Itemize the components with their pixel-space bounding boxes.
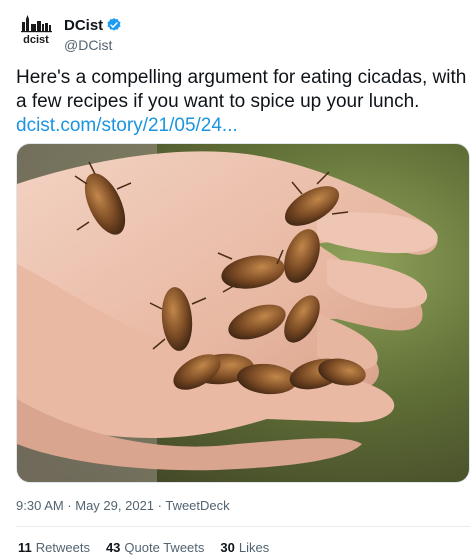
author-block: DCist @DCist — [64, 15, 122, 53]
quotes-count: 43 — [105, 540, 121, 555]
verified-badge-icon — [106, 17, 122, 33]
tweet-body: Here's a compelling argument for eating … — [16, 67, 467, 112]
retweets-label: Retweets — [35, 540, 90, 555]
engagement-stats: 11 Retweets 43 Quote Tweets 30 Likes — [18, 540, 269, 555]
tweet-timestamp[interactable]: 9:30 AM · May 29, 2021 · TweetDeck — [16, 498, 230, 513]
likes-count: 30 — [220, 540, 235, 555]
dcist-logo-icon[interactable]: dcist — [16, 12, 56, 52]
likes-stat[interactable]: 30 Likes — [220, 540, 269, 555]
retweets-stat[interactable]: 11 Retweets — [18, 540, 90, 555]
tweet-text: Here's a compelling argument for eating … — [16, 66, 468, 138]
handle[interactable]: @DCist — [64, 37, 122, 53]
divider — [16, 526, 470, 527]
logo-text: dcist — [23, 34, 49, 46]
tweet-link[interactable]: dcist.com/story/21/05/24... — [16, 114, 468, 138]
display-name[interactable]: DCist — [64, 17, 103, 34]
photo-hands-holding-cicadas[interactable] — [16, 143, 470, 483]
quotes-label: Quote Tweets — [124, 540, 205, 555]
quote-tweets-stat[interactable]: 43 Quote Tweets — [106, 540, 204, 555]
likes-label: Likes — [238, 540, 270, 555]
retweets-count: 11 — [18, 540, 32, 555]
tweet-card: dcist DCist @DCist Here's a compelling a… — [0, 0, 475, 560]
